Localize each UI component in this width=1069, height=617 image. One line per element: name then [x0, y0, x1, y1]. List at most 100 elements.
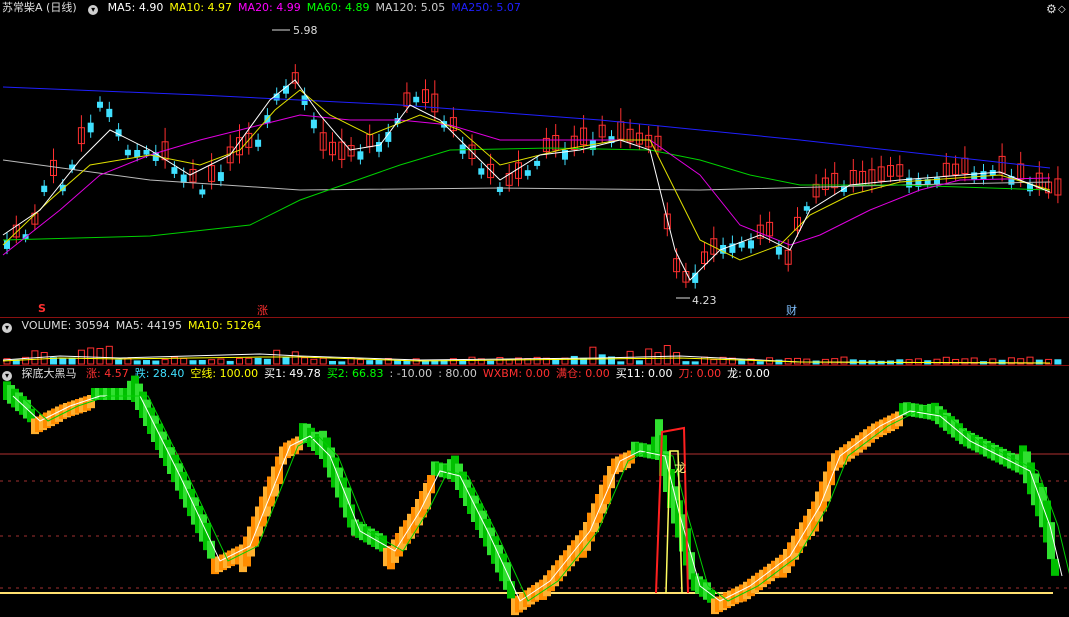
candle-body	[97, 101, 103, 108]
candle-body	[357, 151, 364, 160]
candle-body	[534, 160, 541, 166]
volume-bar	[617, 361, 625, 365]
volume-bar	[831, 358, 839, 365]
volume-bar	[691, 361, 699, 365]
volume-bar	[87, 347, 95, 365]
volume-bar	[59, 358, 67, 365]
candlestick-chart	[2, 29, 1062, 299]
volume-bar	[366, 360, 374, 365]
volume-bar	[933, 358, 941, 365]
oscillator-bar	[1051, 558, 1059, 576]
volume-bar	[552, 359, 560, 365]
volume-bar	[394, 360, 402, 365]
candle-body	[934, 177, 940, 185]
volume-bar	[487, 360, 495, 365]
volume-bar	[310, 358, 318, 365]
volume-bar	[682, 361, 690, 365]
volume-bar	[217, 358, 225, 365]
volume-bar	[635, 360, 643, 365]
volume-bar	[152, 360, 160, 365]
buy1-line	[12, 395, 1063, 602]
candle-body	[199, 189, 206, 195]
candle-body	[980, 171, 987, 180]
candle-body	[748, 240, 754, 249]
candle-body	[255, 139, 262, 147]
candle-body	[478, 168, 485, 175]
candle-body	[459, 144, 466, 154]
candle-body	[310, 119, 317, 129]
candle-body	[217, 172, 224, 182]
volume-bar	[282, 357, 290, 365]
volume-bar	[738, 359, 746, 365]
oscillator-bar	[207, 540, 215, 559]
volume-bar	[105, 345, 113, 365]
candle-body	[775, 246, 782, 255]
volume-bar	[301, 357, 309, 365]
volume-bar	[952, 358, 960, 365]
volume-bar	[589, 346, 597, 365]
moving-average-line-2	[2, 147, 1051, 241]
volume-bar	[961, 358, 969, 365]
volume-bar	[570, 355, 578, 365]
low-price-label: 4.23	[692, 294, 717, 307]
volume-bar	[710, 359, 718, 365]
volume-bar	[663, 345, 671, 365]
volume-bar	[375, 359, 383, 365]
volume-bar	[263, 358, 271, 365]
candle-body	[413, 96, 420, 103]
candle-body	[143, 150, 150, 155]
volume-bar	[180, 357, 188, 365]
candle-body	[106, 108, 113, 118]
indicator-chart	[0, 375, 1069, 616]
volume-bar	[319, 357, 327, 365]
volume-bar	[245, 357, 253, 365]
volume-bar	[115, 359, 123, 365]
volume-bar	[459, 360, 467, 365]
marker-cai: 财	[786, 304, 797, 317]
price-panel[interactable]: 苏常柴A (日线) ▾ MA5: 4.90 MA10: 4.97 MA20: 4.9…	[0, 0, 1069, 317]
volume-bar	[356, 359, 364, 365]
oscillator-bar	[507, 581, 515, 599]
volume-chart	[2, 345, 1062, 365]
candle-body	[180, 174, 187, 183]
dragon-signal-label: 龙	[674, 461, 687, 475]
volume-bar	[198, 359, 206, 365]
candle-body	[124, 149, 131, 156]
buy2-line	[20, 395, 1069, 602]
moving-average-line-5	[2, 79, 1051, 281]
marker-zhang: 涨	[257, 304, 268, 317]
candle-body	[41, 185, 48, 193]
volume-bar	[291, 351, 299, 365]
volume-panel[interactable]: ▾ VOLUME: 30594 MA5: 44195 MA10: 51264	[0, 318, 1069, 365]
volume-bar	[403, 360, 411, 365]
volume-bar	[496, 356, 504, 365]
volume-bar	[329, 360, 336, 365]
indicator-panel[interactable]: ▾ 探底大黑马 涨: 4.57 跌: 28.40 空线: 100.00 买1: 49.…	[0, 366, 1069, 617]
volume-bar	[254, 357, 262, 365]
volume-bar	[1054, 359, 1062, 365]
volume-bar	[756, 361, 764, 365]
volume-bar	[236, 357, 243, 365]
candle-body	[803, 206, 810, 211]
candle-body	[87, 122, 94, 133]
volume-bar	[905, 359, 913, 365]
volume-bar	[840, 356, 848, 365]
volume-bar	[96, 347, 104, 365]
high-price-label: 5.98	[293, 24, 318, 37]
volume-bar	[701, 356, 708, 365]
candle-body	[171, 167, 178, 174]
volume-ma10-line	[2, 356, 1051, 364]
volume-bar	[422, 360, 429, 365]
candle-body	[524, 170, 531, 176]
volume-bar	[161, 359, 169, 365]
marker-s: S	[38, 302, 46, 315]
volume-bar	[208, 359, 216, 365]
volume-bar	[338, 361, 346, 365]
volume-bar	[914, 358, 922, 365]
volume-bar	[133, 360, 141, 365]
volume-bar	[794, 357, 801, 365]
volume-bar	[68, 357, 76, 365]
volume-bar	[226, 360, 234, 365]
candle-body	[134, 150, 141, 158]
volume-bar	[189, 360, 197, 365]
